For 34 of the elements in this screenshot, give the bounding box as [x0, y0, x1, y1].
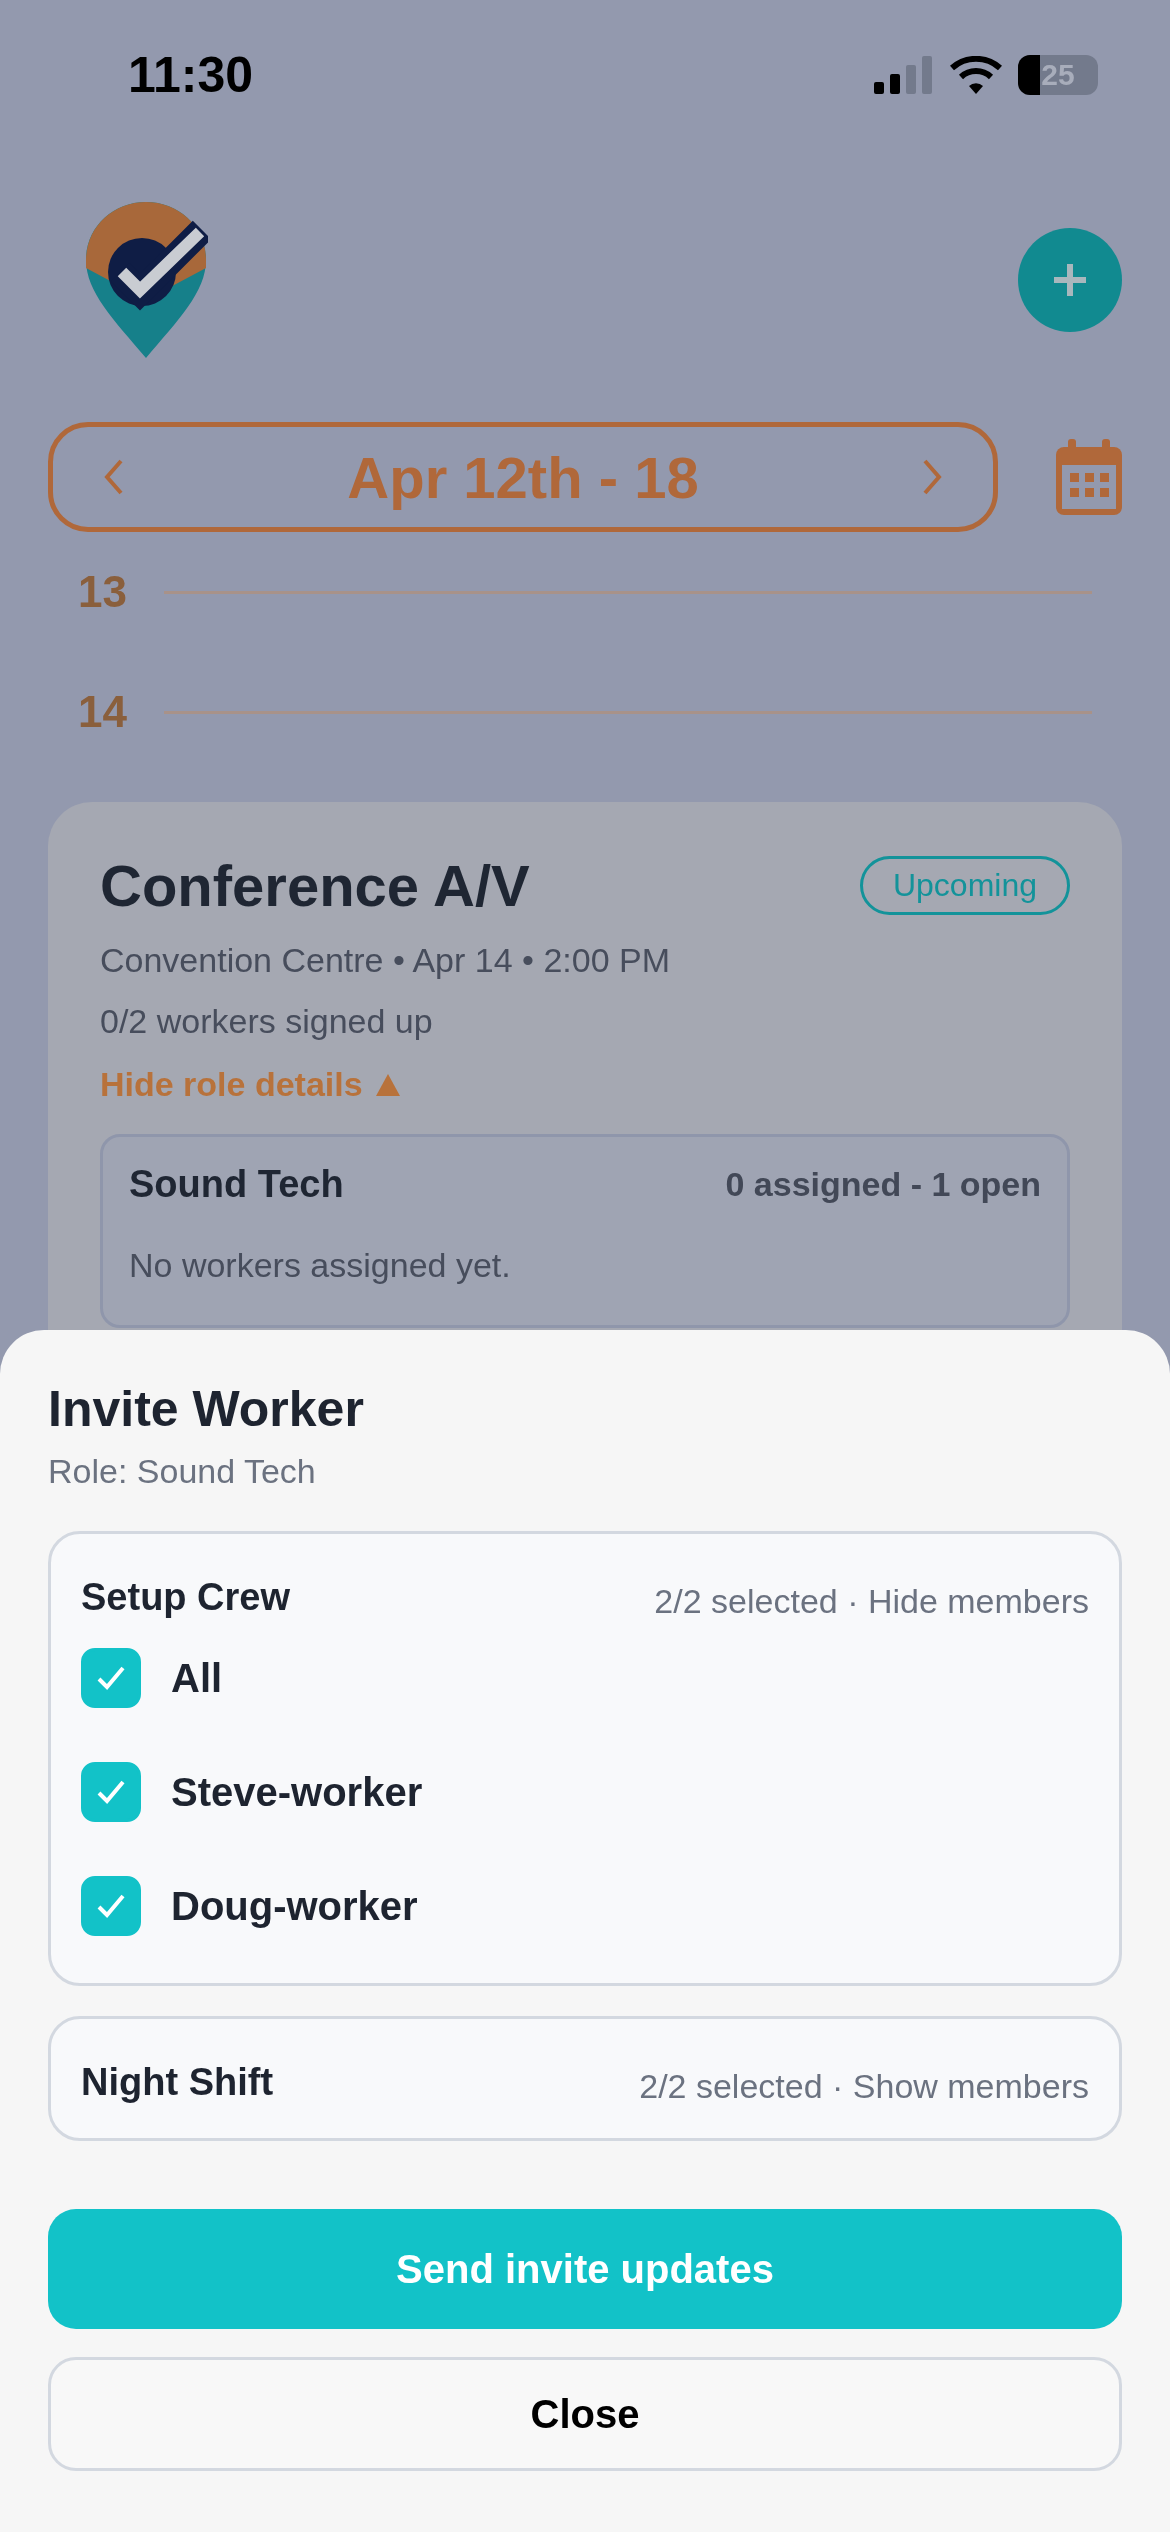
week-label: Apr 12th - 18 [347, 443, 699, 511]
group-name: Night Shift [81, 2061, 274, 2104]
check-icon [96, 1665, 126, 1691]
member-name: Doug-worker [171, 1883, 418, 1929]
checkbox[interactable] [81, 1762, 141, 1822]
logo-icon [84, 200, 208, 360]
status-badge: Upcoming [859, 856, 1070, 915]
previous-week-icon[interactable] [103, 459, 125, 495]
checkbox[interactable] [81, 1648, 141, 1708]
event-title: Conference A/V [100, 852, 530, 919]
event-details: Convention Centre • Apr 14 • 2:00 PM [100, 941, 671, 980]
hour-label: 14 [78, 687, 128, 737]
status-time: 11:30 [128, 46, 254, 104]
triangle-icon [374, 1072, 401, 1097]
close-button[interactable]: Close [48, 2357, 1122, 2471]
group-summary[interactable]: 2/2 selected · Hide members [654, 1574, 1089, 1621]
role-counts: 0 assigned - 1 open [725, 1165, 1041, 1204]
empty-message: No workers assigned yet. [129, 1246, 512, 1285]
group-summary[interactable]: 2/2 selected · Show members [639, 2059, 1089, 2106]
wifi-icon [950, 56, 1002, 94]
next-week-icon[interactable] [921, 459, 943, 495]
check-icon [96, 1779, 126, 1805]
checkbox[interactable] [81, 1876, 141, 1936]
member-name: Steve-worker [171, 1769, 423, 1815]
check-icon [96, 1893, 126, 1919]
calendar-icon[interactable] [1056, 439, 1122, 515]
role-name: Sound Tech [129, 1163, 344, 1206]
hour-label: 13 [78, 567, 128, 617]
group-name: Setup Crew [81, 1576, 291, 1619]
signal-icon [874, 56, 934, 94]
sheet-subtitle: Role: Sound Tech [48, 1452, 317, 1491]
sheet-title: Invite Worker [48, 1380, 365, 1438]
signup-count: 0/2 workers signed up [100, 1002, 434, 1041]
member-name: All [171, 1655, 223, 1701]
